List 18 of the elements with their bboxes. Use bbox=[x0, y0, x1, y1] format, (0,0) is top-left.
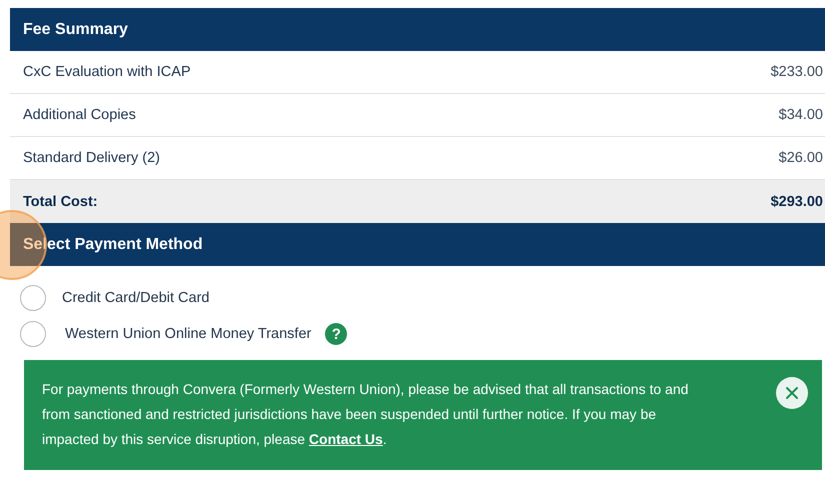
close-icon[interactable] bbox=[776, 377, 808, 409]
fee-amount: $34.00 bbox=[778, 107, 823, 123]
option-label[interactable]: Credit Card/Debit Card bbox=[62, 290, 210, 306]
radio-button[interactable] bbox=[20, 285, 46, 311]
fee-label: Standard Delivery (2) bbox=[23, 150, 160, 166]
radio-button[interactable] bbox=[20, 321, 46, 347]
fee-amount: $26.00 bbox=[778, 150, 823, 166]
help-icon[interactable]: ? bbox=[325, 323, 348, 345]
total-label: Total Cost: bbox=[23, 194, 98, 210]
fee-label: CxC Evaluation with ICAP bbox=[23, 64, 191, 80]
section-title: Select Payment Method bbox=[23, 236, 203, 254]
fee-label: Additional Copies bbox=[23, 107, 136, 123]
notice-text: For payments through Convera (Formerly Western Union), please be advised that all transactions to and from sanctioned and restricted jurisdictions have been suspended until further notice. If you may be impacted by this service disruption, please Contact Us. bbox=[42, 380, 690, 449]
fee-amount: $233.00 bbox=[770, 64, 823, 80]
contact-link[interactable]: Contact Us bbox=[308, 431, 383, 447]
option-label[interactable]: Western Union Online Money Transfer bbox=[65, 326, 312, 342]
total-amount: $293.00 bbox=[770, 194, 823, 210]
section-title: Fee Summary bbox=[23, 20, 128, 38]
